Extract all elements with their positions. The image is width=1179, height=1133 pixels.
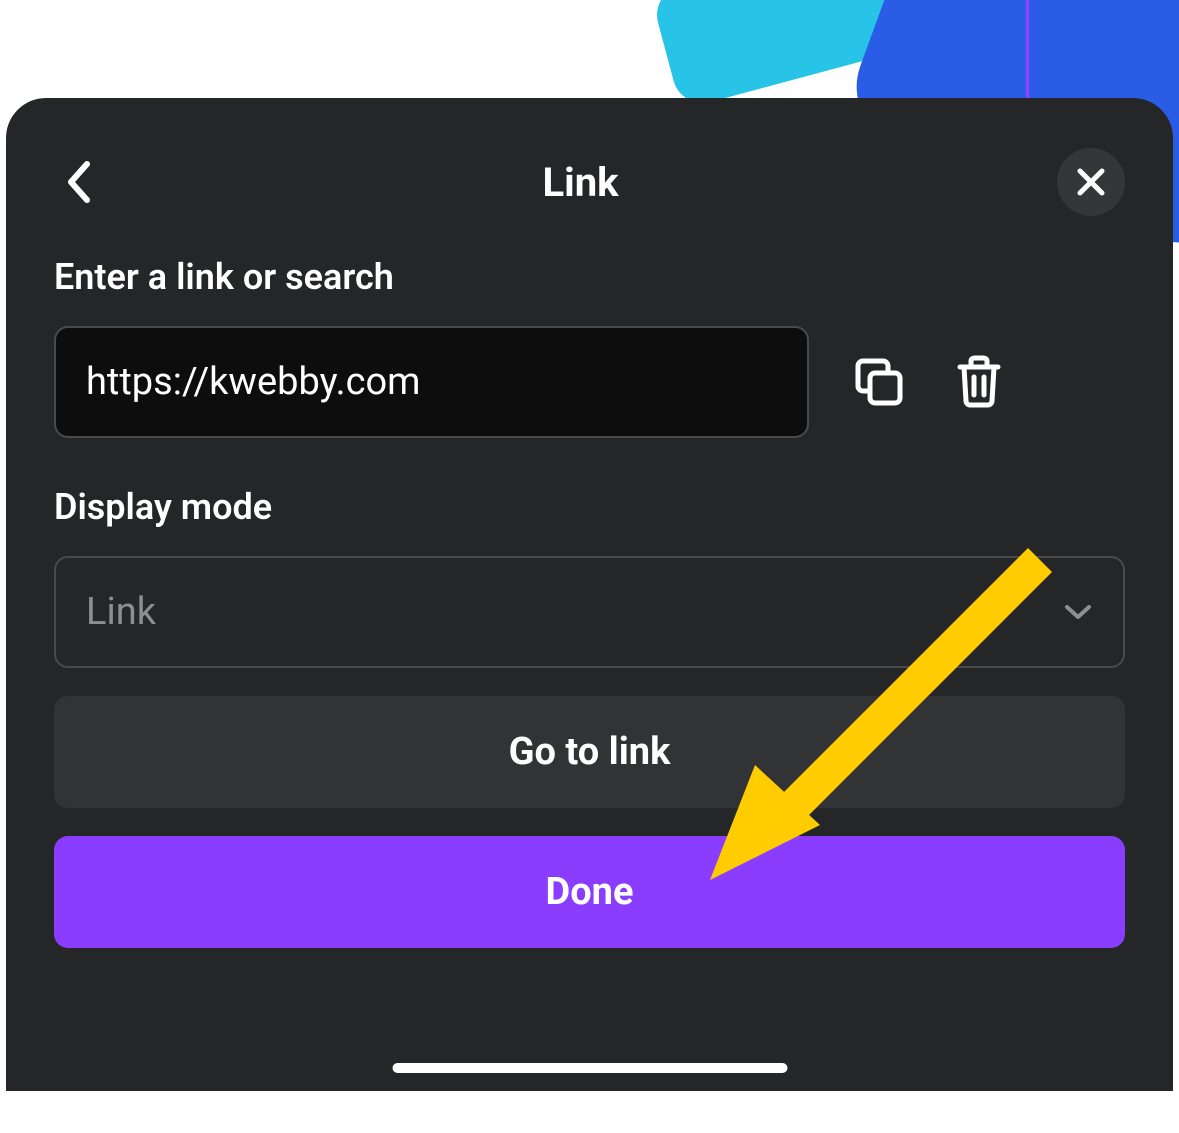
chevron-left-icon (65, 160, 93, 204)
close-icon (1076, 167, 1106, 197)
go-to-link-button[interactable]: Go to link (54, 696, 1125, 808)
done-button[interactable]: Done (54, 836, 1125, 948)
link-field-label: Enter a link or search (54, 256, 1125, 298)
delete-button[interactable] (949, 352, 1009, 412)
link-input-row (54, 326, 1125, 438)
display-mode-label: Display mode (54, 486, 1125, 528)
link-panel: Link Enter a link or search (6, 98, 1173, 1091)
link-input[interactable] (54, 326, 809, 438)
panel-header: Link (6, 98, 1173, 256)
copy-icon (852, 355, 906, 409)
copy-button[interactable] (849, 352, 909, 412)
home-indicator[interactable] (392, 1063, 787, 1073)
chevron-down-icon (1063, 603, 1093, 621)
panel-title: Link (542, 159, 618, 206)
back-button[interactable] (54, 157, 104, 207)
display-mode-select[interactable]: Link (54, 556, 1125, 668)
close-button[interactable] (1057, 148, 1125, 216)
trash-icon (954, 355, 1004, 409)
panel-body: Enter a link or search Display mode (6, 256, 1173, 948)
display-mode-value: Link (86, 590, 156, 634)
